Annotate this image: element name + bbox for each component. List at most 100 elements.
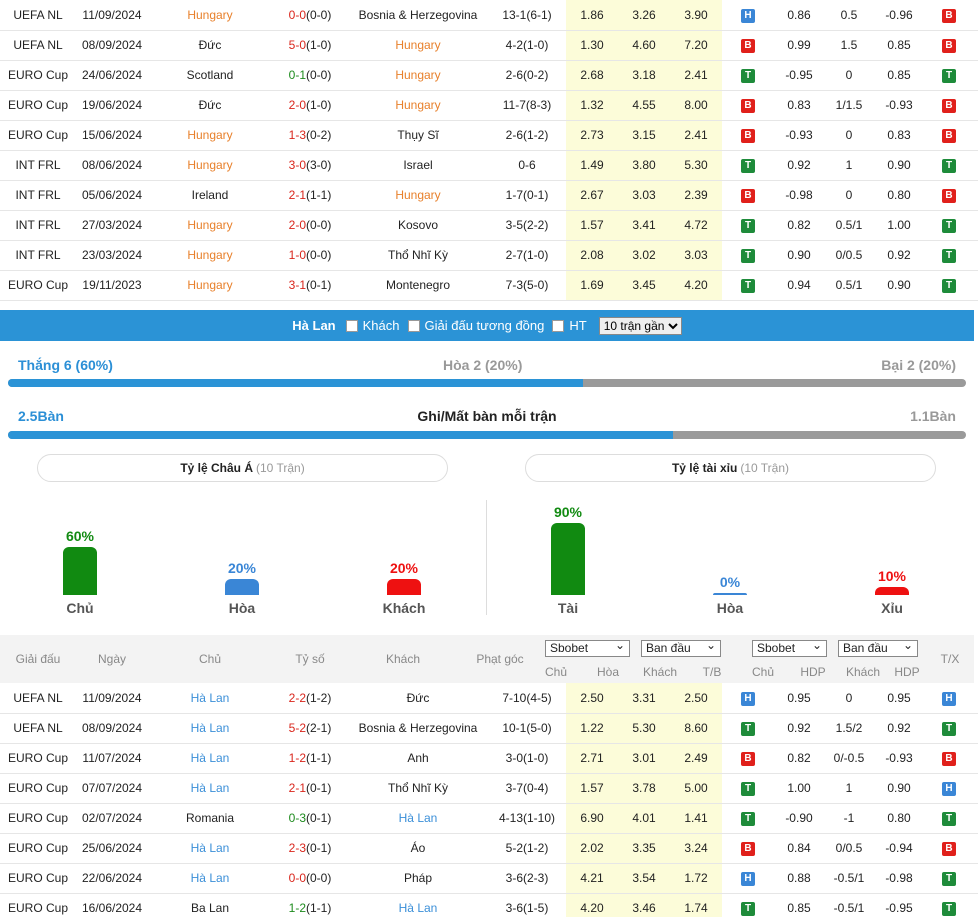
full-time-score: 2-0 — [288, 218, 306, 232]
away-team[interactable]: Bosnia & Herzegovina — [348, 713, 488, 744]
match-row[interactable]: EURO Cup 02/07/2024 Romania 0-3(0-1) Hà Lan 4… — [0, 803, 978, 834]
full-time-score: 5-0 — [288, 38, 306, 52]
hdp-badge: T — [942, 872, 956, 886]
same-league-label: Giải đấu tương đồng — [424, 318, 545, 333]
away-team[interactable]: Hungary — [348, 180, 488, 211]
col-home: Chủ — [198, 652, 221, 666]
match-row[interactable]: EURO Cup 15/06/2024 Hungary 1-3(0-2) Thụy Sĩ… — [0, 120, 978, 151]
home-team[interactable]: Hungary — [148, 150, 272, 181]
away-team[interactable]: Thụy Sĩ — [348, 120, 488, 151]
date: 15/06/2024 — [76, 120, 148, 151]
match-row[interactable]: UEFA NL 11/09/2024 Hà Lan 2-2(1-2) Đức 7-10(4… — [0, 683, 978, 714]
bookmaker-select-1[interactable]: Sbobet — [545, 638, 630, 657]
ou-badge: X — [974, 240, 978, 271]
ou-label-0: Tài — [557, 600, 579, 616]
match-row[interactable]: UEFA NL 11/09/2024 Hungary 0-0(0-0) Bosnia &… — [0, 0, 978, 31]
same-league-filter[interactable]: Giải đấu tương đồng — [407, 318, 545, 333]
same-league-checkbox[interactable] — [407, 319, 420, 332]
home-team[interactable]: Hà Lan — [148, 773, 272, 804]
away-team[interactable]: Bosnia & Herzegovina — [348, 0, 488, 31]
home-team[interactable]: Hà Lan — [148, 683, 272, 714]
score: 2-3(0-1) — [272, 833, 348, 864]
col-date: Ngày — [97, 652, 126, 666]
match-row[interactable]: UEFA NL 08/09/2024 Đức 5-0(1-0) Hungary 4-2(1… — [0, 30, 978, 61]
match-row[interactable]: EURO Cup 07/07/2024 Hà Lan 2-1(0-1) Thổ Nhĩ … — [0, 773, 978, 804]
ht-filter[interactable]: HT — [552, 318, 587, 333]
league: UEFA NL — [0, 683, 76, 714]
away-team[interactable]: Pháp — [348, 863, 488, 894]
match-row[interactable]: INT FRL 05/06/2024 Ireland 2-1(1-1) Hungary 1… — [0, 180, 978, 211]
match-row[interactable]: EURO Cup 24/06/2024 Scotland 0-1(0-0) Hungar… — [0, 60, 978, 91]
ht-checkbox[interactable] — [552, 319, 565, 332]
home-team[interactable]: Romania — [148, 803, 272, 834]
home-team[interactable]: Đức — [148, 30, 272, 61]
home-team[interactable]: Đức — [148, 90, 272, 121]
odds-type-select-2[interactable]: Ban đầu — [838, 638, 918, 657]
bookmaker-select-2[interactable]: Sbobet — [752, 638, 827, 657]
goals-against: 1.1Bàn — [910, 408, 956, 424]
away-checkbox[interactable] — [345, 319, 358, 332]
home-team[interactable]: Hungary — [148, 270, 272, 301]
odds-type-select-1[interactable]: Ban đầu — [641, 638, 721, 657]
away-team[interactable]: Thổ Nhĩ Kỳ — [348, 773, 488, 804]
match-row[interactable]: EURO Cup 16/06/2024 Ba Lan 1-2(1-1) Hà Lan 3-… — [0, 893, 978, 917]
date: 02/07/2024 — [76, 803, 148, 834]
away-team[interactable]: Hungary — [348, 90, 488, 121]
away-team[interactable]: Đức — [348, 683, 488, 714]
hdp-line: -0.5/1 — [824, 893, 874, 917]
match-row[interactable]: INT FRL 08/06/2024 Hungary 3-0(3-0) Israel 0-… — [0, 150, 978, 181]
hdp-badge: B — [924, 833, 974, 864]
hdp-away: -0.93 — [874, 743, 924, 774]
home-team[interactable]: Hungary — [148, 210, 272, 241]
league: UEFA NL — [0, 0, 76, 31]
ht-label: HT — [569, 318, 587, 333]
col-away: Khách — [385, 652, 421, 666]
result-badge: T — [741, 902, 755, 916]
hdp-home: 0.82 — [774, 743, 824, 774]
home-team[interactable]: Hà Lan — [148, 863, 272, 894]
away-team[interactable]: Hà Lan — [348, 893, 488, 917]
full-time-score: 1-2 — [288, 751, 306, 765]
hdp-away: 0.90 — [874, 773, 924, 804]
match-row[interactable]: EURO Cup 19/06/2024 Đức 2-0(1-0) Hungary 11-7… — [0, 90, 978, 121]
match-row[interactable]: EURO Cup 22/06/2024 Hà Lan 0-0(0-0) Pháp 3-6(… — [0, 863, 978, 894]
away-team[interactable]: Hungary — [348, 30, 488, 61]
away-filter[interactable]: Khách — [345, 318, 400, 333]
match-row[interactable]: EURO Cup 19/11/2023 Hungary 3-1(0-1) Montene… — [0, 270, 978, 301]
home-team[interactable]: Hungary — [148, 120, 272, 151]
away-team[interactable]: Hungary — [348, 60, 488, 91]
away-team[interactable]: Kosovo — [348, 210, 488, 241]
match-row[interactable]: EURO Cup 25/06/2024 Hà Lan 2-3(0-1) Áo 5-2(1-… — [0, 833, 978, 864]
col-tx: T/X — [940, 652, 960, 666]
away-team[interactable]: Áo — [348, 833, 488, 864]
match-row[interactable]: UEFA NL 08/09/2024 Hà Lan 5-2(2-1) Bosnia & … — [0, 713, 978, 744]
hdp-line: 1/1.5 — [824, 90, 874, 121]
match-row[interactable]: EURO Cup 11/07/2024 Hà Lan 1-2(1-1) Anh 3-0(1… — [0, 743, 978, 774]
home-team[interactable]: Hà Lan — [148, 743, 272, 774]
hdp-line: 0.5 — [824, 0, 874, 31]
result-badge: B — [741, 752, 755, 766]
away-team[interactable]: Thổ Nhĩ Kỳ — [348, 240, 488, 271]
match-row[interactable]: INT FRL 23/03/2024 Hungary 1-0(0-0) Thổ Nhĩ … — [0, 240, 978, 271]
date: 16/06/2024 — [76, 893, 148, 917]
home-team[interactable]: Scotland — [148, 60, 272, 91]
away-team[interactable]: Hà Lan — [348, 803, 488, 834]
odds-draw: 5.30 — [618, 713, 670, 744]
match-count-select[interactable]: 10 trận gần — [598, 316, 682, 335]
home-team[interactable]: Hà Lan — [148, 713, 272, 744]
home-team[interactable]: Hungary — [148, 0, 272, 31]
away-team[interactable]: Israel — [348, 150, 488, 181]
asian-bar-1 — [225, 579, 259, 595]
ou-count: (10 Trận) — [740, 461, 790, 475]
away-team[interactable]: Anh — [348, 743, 488, 774]
home-team[interactable]: Ba Lan — [148, 893, 272, 917]
home-team[interactable]: Hà Lan — [148, 833, 272, 864]
hdp-away: -0.93 — [874, 90, 924, 121]
home-team[interactable]: Ireland — [148, 180, 272, 211]
corners: 10-1(5-0) — [488, 713, 566, 744]
home-team[interactable]: Hungary — [148, 240, 272, 271]
corners: 5-2(1-2) — [488, 833, 566, 864]
hdp-away: -0.95 — [874, 893, 924, 917]
away-team[interactable]: Montenegro — [348, 270, 488, 301]
match-row[interactable]: INT FRL 27/03/2024 Hungary 2-0(0-0) Kosovo 3-… — [0, 210, 978, 241]
